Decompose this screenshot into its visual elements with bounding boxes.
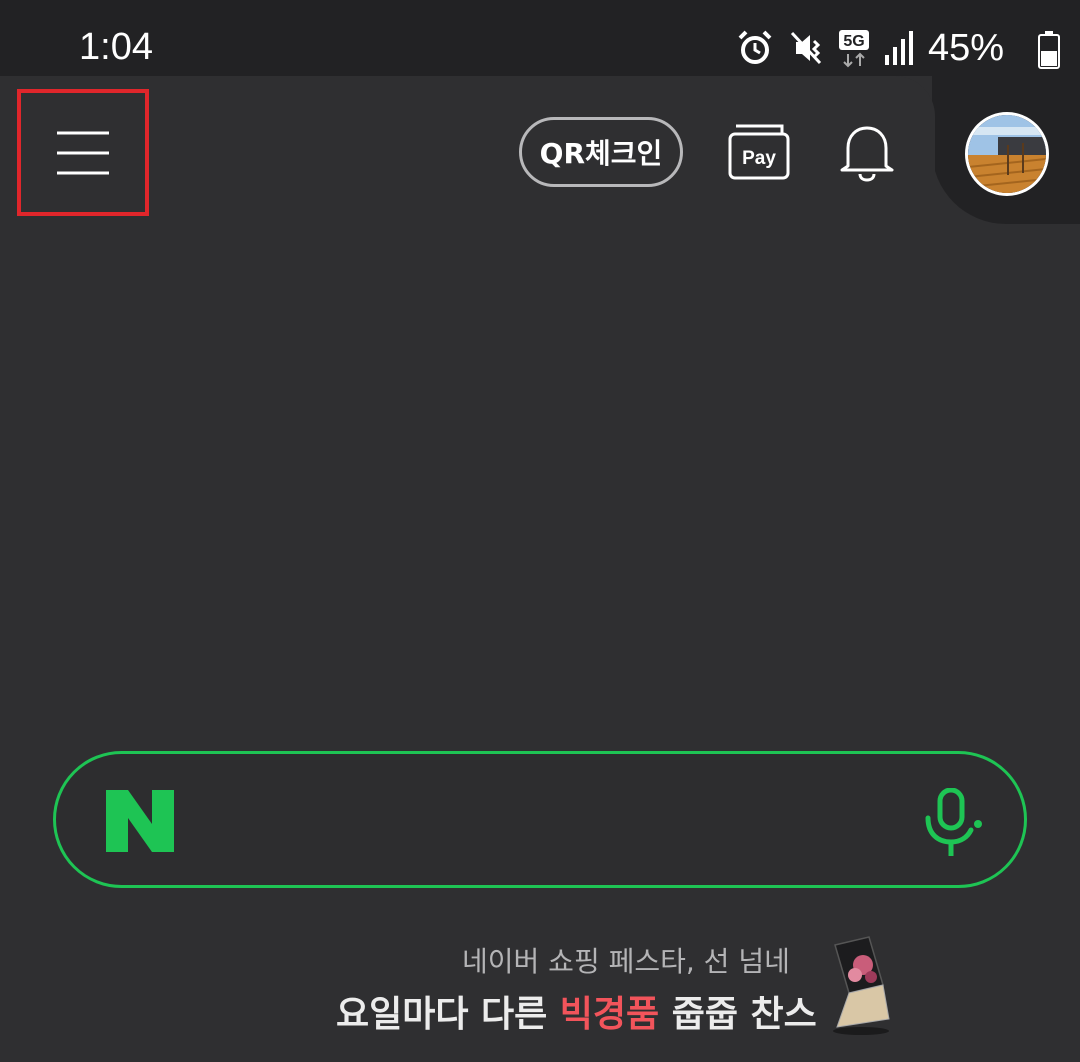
notifications-button[interactable]: [838, 120, 896, 182]
microphone-icon[interactable]: [922, 788, 984, 858]
promo-title-highlight: 빅경품: [559, 994, 660, 1035]
promo-title-suffix: 줍줍 찬스: [659, 994, 817, 1035]
promo-title-prefix: 요일마다 다른: [336, 994, 560, 1035]
search-bar[interactable]: [53, 751, 1027, 888]
promo-subtitle[interactable]: 네이버 쇼핑 페스타, 선 넘네: [462, 940, 790, 980]
pay-icon: Pay: [728, 124, 790, 180]
pay-button[interactable]: Pay: [728, 122, 790, 182]
battery-icon: [1038, 30, 1060, 69]
status-time: 1:04: [79, 26, 153, 68]
promo-title[interactable]: 요일마다 다른 빅경품 줍줍 찬스: [336, 985, 817, 1037]
5g-icon: 5G: [838, 30, 869, 68]
signal-icon: [884, 31, 913, 65]
avatar[interactable]: [965, 112, 1049, 196]
status-bar: 1:04 5G 45%: [0, 0, 1080, 76]
top-header: QR체크인 Pay: [0, 76, 1080, 226]
alarm-icon: [738, 30, 772, 64]
network-label: 5G: [843, 33, 864, 50]
bell-icon: [840, 126, 894, 182]
pay-label: Pay: [742, 148, 776, 169]
vibrate-mute-icon: [790, 31, 822, 65]
naver-logo-icon: [106, 790, 174, 852]
profile-photo: [968, 115, 1046, 193]
menu-icon: [57, 131, 109, 174]
promo-phone-image[interactable]: [825, 935, 897, 1035]
battery-percent: 45%: [927, 26, 1004, 69]
status-icons: 5G 45%: [736, 26, 1060, 70]
menu-button[interactable]: [17, 89, 149, 216]
qr-checkin-button[interactable]: QR체크인: [519, 117, 683, 187]
